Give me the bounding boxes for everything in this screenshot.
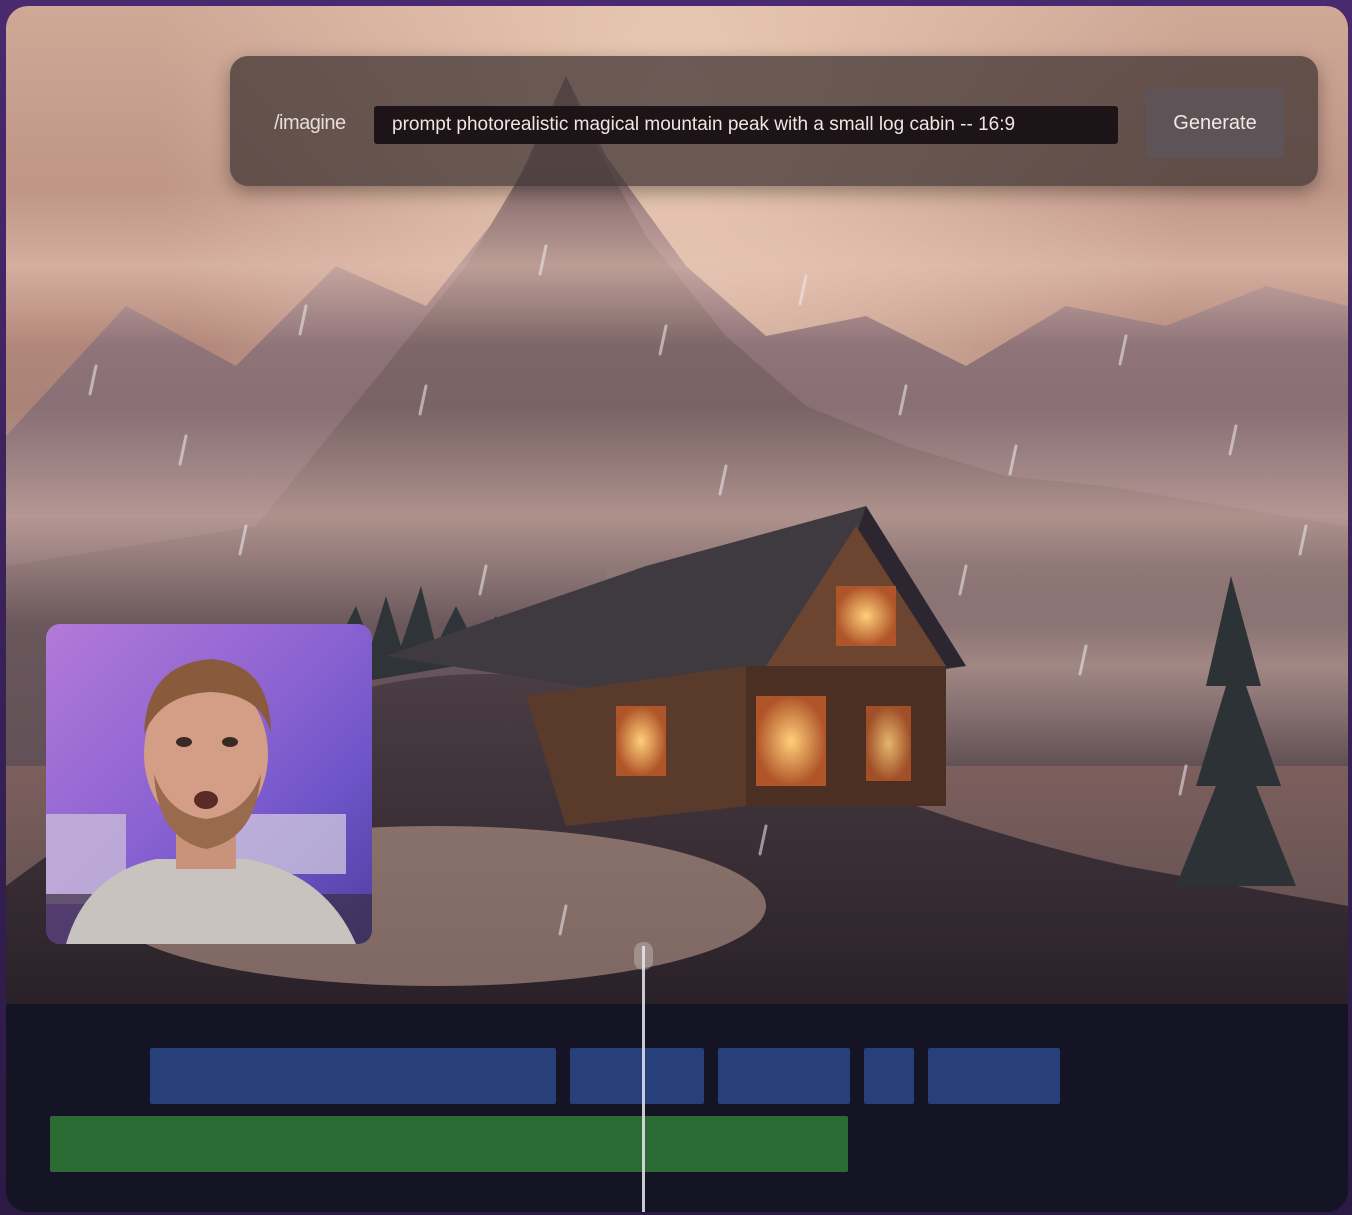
playhead[interactable] [642,946,645,1212]
video-editor-frame: /imagine Generate [6,6,1348,1212]
video-clip[interactable] [928,1048,1060,1104]
command-label: /imagine [274,112,346,134]
video-clip[interactable] [150,1048,556,1104]
video-clip[interactable] [718,1048,850,1104]
video-clip[interactable] [570,1048,704,1104]
generate-button[interactable]: Generate [1146,88,1284,158]
prompt-input[interactable] [374,106,1118,144]
prompt-bar: /imagine Generate [230,56,1318,186]
webcam-overlay[interactable] [46,624,372,944]
timeline[interactable] [6,1004,1348,1212]
generated-image-preview: /imagine Generate [6,6,1348,1006]
presenter-video [46,659,372,944]
video-clip[interactable] [864,1048,914,1104]
audio-clip[interactable] [50,1116,848,1172]
app-window: /imagine Generate [0,0,1352,1215]
